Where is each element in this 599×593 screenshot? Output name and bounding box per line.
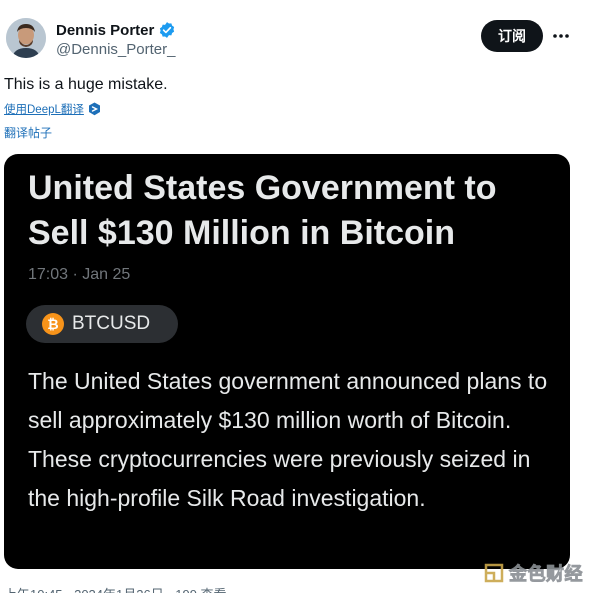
watermark: 金色财经 [483,560,583,586]
deepl-translate-link[interactable]: 使用DeepL翻译 [4,101,84,117]
more-options-button[interactable] [548,24,574,48]
verified-badge-icon[interactable] [158,21,176,39]
author-avatar[interactable] [6,18,46,58]
name-row: Dennis Porter [56,20,176,40]
card-headline: United States Government to Sell $130 Mi… [28,169,497,252]
more-icon [553,34,569,38]
subscribe-button[interactable]: 订阅 [481,20,543,52]
watermark-logo-icon [483,562,505,584]
author-name-block: Dennis Porter @Dennis_Porter_ [56,20,176,59]
card-timestamp: 17:03 · Jan 25 [28,266,131,283]
author-handle[interactable]: @Dennis_Porter_ [56,41,176,58]
watermark-text: 金色财经 [509,564,583,585]
deepl-icon[interactable] [88,102,101,116]
user-avatar-icon [6,18,46,58]
author-display-name[interactable]: Dennis Porter [56,22,154,39]
ticker-pill[interactable]: ₿ BTCUSD [26,305,178,343]
news-media-card[interactable]: United States Government to Sell $130 Mi… [4,154,570,569]
translate-post-link[interactable]: 翻译帖子 [4,124,52,141]
card-body-text: The United States government announced p… [28,368,548,511]
bitcoin-icon: ₿ [42,313,64,335]
tweet-header: Dennis Porter @Dennis_Porter_ 订阅 [0,0,599,70]
ticker-label: BTCUSD [72,313,151,334]
post-meta: 上午10:45 · 2024年1月26日 · 199 查看 [4,584,474,593]
translate-row: 使用DeepL翻译 [4,101,101,117]
tweet-text: This is a huge mistake. [4,76,168,93]
